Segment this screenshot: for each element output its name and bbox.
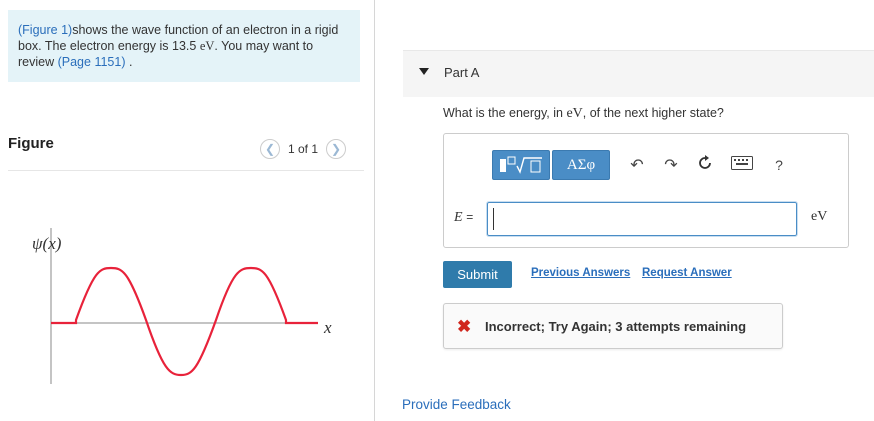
x-axis-label: x xyxy=(323,318,332,337)
column-divider xyxy=(374,0,375,421)
redo-icon[interactable]: ↷ xyxy=(654,155,688,175)
figure-title: Figure xyxy=(8,135,54,152)
feedback-message: Incorrect; Try Again; 3 attempts remaini… xyxy=(485,319,747,334)
undo-icon[interactable]: ↶ xyxy=(620,155,654,175)
intro-energy-unit: eV xyxy=(199,39,215,53)
text-caret xyxy=(493,208,494,230)
chevron-right-icon[interactable]: ❯ xyxy=(326,139,347,159)
math-toolbar: ΑΣφ ↶ ↷ ? xyxy=(492,150,796,180)
submit-button[interactable]: Submit xyxy=(443,261,512,288)
collapse-triangle-icon[interactable] xyxy=(419,68,429,75)
intro-text-3: . xyxy=(125,55,133,69)
question-unit: eV xyxy=(566,106,583,121)
answer-variable-label: E = xyxy=(454,210,474,225)
question-text-2: , of the next higher state? xyxy=(582,106,724,120)
y-axis-label: ψ(x) xyxy=(32,234,62,253)
request-answer-link[interactable]: Request Answer xyxy=(642,267,732,279)
question-text: What is the energy, in eV, of the next h… xyxy=(443,106,724,122)
symbols-button[interactable]: ΑΣφ xyxy=(552,150,610,180)
question-text-1: What is the energy, in xyxy=(443,106,563,120)
page-link[interactable]: (Page 1151) xyxy=(58,55,126,69)
part-label[interactable]: Part A xyxy=(444,65,479,80)
wave-curve xyxy=(51,266,318,377)
figure-pager: ❮ 1 of 1 ❯ xyxy=(260,138,347,160)
help-button[interactable]: ? xyxy=(762,157,796,173)
answer-unit: eV xyxy=(811,209,828,224)
provide-feedback-link[interactable]: Provide Feedback xyxy=(402,397,511,412)
pager-count: 1 of 1 xyxy=(288,142,319,156)
energy-answer-input[interactable] xyxy=(486,201,798,237)
previous-answers-link[interactable]: Previous Answers xyxy=(531,267,630,279)
x-icon: ✖ xyxy=(457,317,472,336)
math-templates-icon xyxy=(500,156,542,174)
keyboard-icon[interactable] xyxy=(722,155,762,175)
problem-intro: (Figure 1)shows the wave function of an … xyxy=(8,10,360,82)
wave-function-figure: ψ(x) x xyxy=(32,228,332,384)
math-templates-button[interactable] xyxy=(492,150,550,180)
reset-icon[interactable] xyxy=(688,154,722,176)
chevron-left-icon[interactable]: ❮ xyxy=(260,139,280,159)
figure-link[interactable]: (Figure 1) xyxy=(18,23,72,37)
